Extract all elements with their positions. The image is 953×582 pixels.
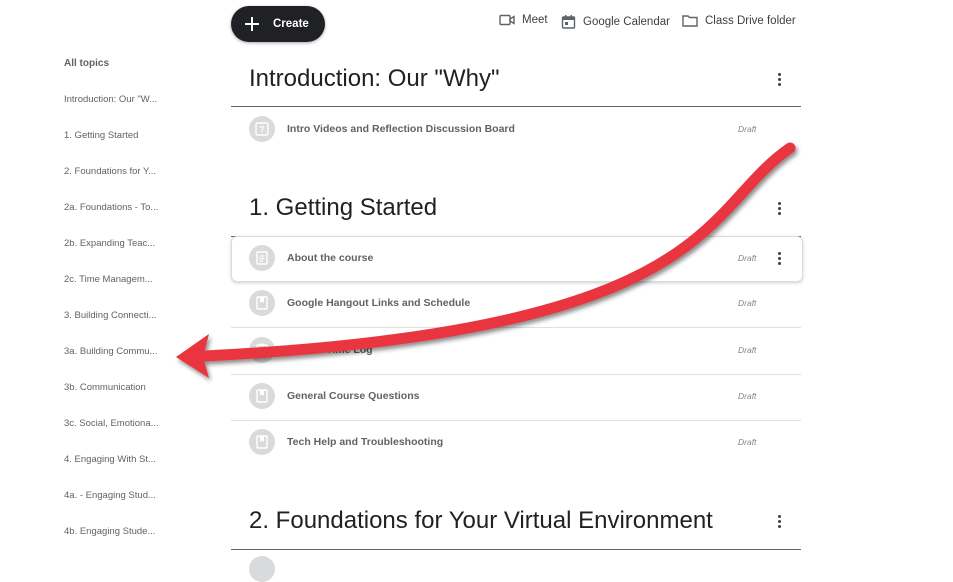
section-divider (231, 549, 801, 550)
classwork-item[interactable]: ? Intro Videos and Reflection Discussion… (231, 107, 801, 153)
drive-folder-label: Class Drive folder (705, 14, 796, 27)
section-title-getting-started: 1. Getting Started (249, 194, 438, 221)
sidebar-topic-building-connections[interactable]: 3. Building Connecti... (64, 310, 164, 321)
item-more-options-icon[interactable] (778, 251, 782, 267)
draft-status: Draft (738, 345, 757, 355)
sidebar-topic-engaging-students-b[interactable]: 4b. Engaging Stude... (64, 526, 164, 537)
sidebar-topic-building-community[interactable]: 3a. Building Commu... (64, 346, 164, 357)
item-title: About the course (287, 252, 374, 264)
item-title: Google Hangout Links and Schedule (287, 297, 471, 309)
sidebar-topic-foundations[interactable]: 2. Foundations for Y... (64, 166, 164, 177)
assignment-icon (249, 337, 275, 363)
create-label: Create (273, 18, 309, 30)
classwork-item[interactable]: Course Time Log Draft (231, 328, 801, 375)
svg-text:?: ? (259, 125, 265, 135)
meet-link[interactable]: Meet (499, 14, 548, 26)
plus-icon (245, 17, 259, 31)
section-title-foundations: 2. Foundations for Your Virtual Environm… (249, 507, 713, 534)
item-title: Tech Help and Troubleshooting (287, 436, 444, 448)
all-topics-link[interactable]: All topics (64, 58, 109, 69)
item-title: Course Time Log (287, 344, 373, 356)
sidebar-topic-introduction[interactable]: Introduction: Our "W... (64, 94, 164, 105)
sidebar-topic-expanding-teaching[interactable]: 2b. Expanding Teac... (64, 238, 164, 249)
video-camera-icon (499, 14, 515, 26)
draft-status: Draft (738, 124, 757, 134)
calendar-icon (561, 15, 576, 29)
item-title: General Course Questions (287, 390, 420, 402)
question-icon: ? (249, 116, 275, 142)
classwork-item[interactable]: Tech Help and Troubleshooting Draft (231, 420, 801, 466)
create-button[interactable]: Create (231, 6, 325, 42)
classwork-item-hovered[interactable]: About the course Draft (231, 236, 803, 282)
draft-status: Draft (738, 391, 757, 401)
draft-status: Draft (738, 298, 757, 308)
drive-folder-link[interactable]: Class Drive folder (682, 14, 796, 27)
bookmark-icon (249, 383, 275, 409)
section-title-introduction: Introduction: Our "Why" (249, 65, 500, 92)
sidebar-topic-social-emotional[interactable]: 3c. Social, Emotiona... (64, 418, 164, 429)
section-more-options-icon[interactable] (778, 201, 782, 217)
classwork-item[interactable]: Google Hangout Links and Schedule Draft (231, 281, 801, 328)
sidebar-topic-getting-started[interactable]: 1. Getting Started (64, 130, 164, 141)
folder-icon (682, 15, 698, 27)
sidebar-topic-engaging-with-students[interactable]: 4. Engaging With St... (64, 454, 164, 465)
bookmark-icon (249, 429, 275, 455)
topics-sidebar: All topics Introduction: Our "W... 1. Ge… (0, 0, 200, 560)
sidebar-topic-communication[interactable]: 3b. Communication (64, 382, 164, 393)
draft-status: Draft (738, 253, 757, 263)
calendar-link[interactable]: Google Calendar (561, 14, 670, 29)
item-title: Intro Videos and Reflection Discussion B… (287, 123, 515, 135)
sidebar-topic-time-management[interactable]: 2c. Time Managem... (64, 274, 164, 285)
draft-status: Draft (738, 437, 757, 447)
section-more-options-icon[interactable] (778, 72, 782, 88)
section-more-options-icon[interactable] (778, 514, 782, 530)
bookmark-icon (249, 290, 275, 316)
material-icon (249, 245, 275, 271)
sidebar-topic-foundations-tools[interactable]: 2a. Foundations - To... (64, 202, 164, 213)
meet-label: Meet (522, 14, 548, 26)
sidebar-topic-engaging-students-a[interactable]: 4a. - Engaging Stud... (64, 490, 164, 501)
classwork-item[interactable]: General Course Questions Draft (231, 374, 801, 421)
calendar-label: Google Calendar (583, 15, 670, 28)
